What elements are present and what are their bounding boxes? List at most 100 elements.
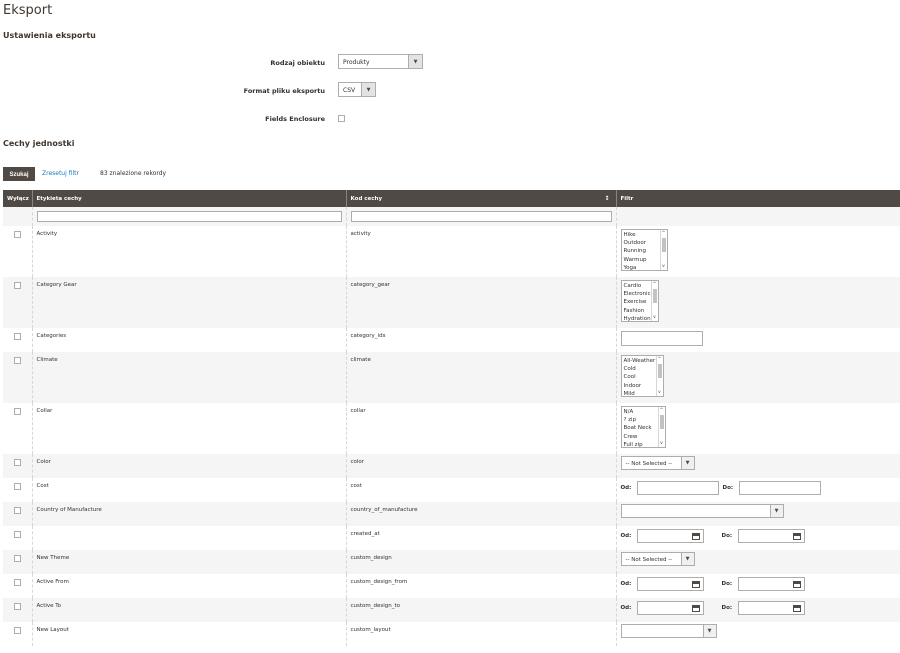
scroll-thumb[interactable] bbox=[659, 415, 664, 429]
reset-filter-link[interactable]: Zresetuj filtr bbox=[42, 170, 79, 177]
scroll-thumb[interactable] bbox=[661, 238, 666, 252]
calendar-icon[interactable] bbox=[792, 580, 801, 588]
attribute-label: Categories bbox=[32, 328, 347, 352]
table-row: New Layout custom_layout ▼ bbox=[3, 622, 900, 646]
calendar-icon[interactable] bbox=[691, 532, 700, 540]
exclude-cell bbox=[3, 454, 33, 478]
exclude-checkbox[interactable] bbox=[13, 603, 21, 610]
select-filter[interactable]: -- Not Selected -- ▼ bbox=[620, 552, 695, 566]
calendar-icon[interactable] bbox=[792, 604, 801, 612]
attribute-code: activity bbox=[346, 226, 617, 277]
exclude-cell bbox=[3, 403, 33, 454]
scroll-up-icon[interactable]: ^ bbox=[652, 281, 658, 288]
file-format-select[interactable]: CSV ▼ bbox=[338, 82, 376, 97]
range-from-input[interactable] bbox=[636, 480, 719, 495]
chevron-down-icon[interactable]: v bbox=[657, 389, 663, 396]
table-row: Country of Manufacture country_of_manufa… bbox=[3, 502, 900, 526]
filter-cell: Cardio Electronic Exercise Fashion Hydration… bbox=[616, 277, 900, 328]
attribute-label: New Layout bbox=[32, 622, 347, 646]
attribute-code: cost bbox=[346, 478, 617, 502]
chevron-down-icon[interactable]: v bbox=[659, 440, 665, 447]
date-to-input[interactable] bbox=[737, 600, 805, 615]
date-from-input[interactable] bbox=[636, 600, 704, 615]
date-from-input[interactable] bbox=[636, 528, 704, 543]
scroll-up-icon[interactable]: ^ bbox=[657, 356, 663, 363]
filter-cell: Od: Do: bbox=[616, 598, 900, 622]
table-row: Color color -- Not Selected -- ▼ bbox=[3, 454, 900, 478]
search-button[interactable]: Szukaj bbox=[3, 167, 35, 181]
table-row: Activity activity Hike Outdoor Running Warm… bbox=[3, 226, 900, 277]
attribute-code: custom_design_to bbox=[346, 598, 617, 622]
scroll-thumb[interactable] bbox=[652, 289, 657, 303]
range-to-input[interactable] bbox=[738, 480, 821, 495]
table-row: Active To custom_design_to Od: Do: bbox=[3, 598, 900, 622]
header-exclude: Wyłącz bbox=[3, 190, 33, 207]
exclude-checkbox[interactable] bbox=[13, 555, 21, 562]
attribute-label: Active To bbox=[32, 598, 347, 622]
attribute-label: Country of Manufacture bbox=[32, 502, 347, 526]
exclude-checkbox[interactable] bbox=[13, 357, 21, 364]
attribute-code: color bbox=[346, 454, 617, 478]
multiselect-filter[interactable]: All-Weather Cold Cool Indoor Mild ^ v bbox=[620, 355, 664, 397]
exclude-checkbox[interactable] bbox=[13, 507, 21, 514]
entity-type-select[interactable]: Produkty ▼ bbox=[338, 54, 423, 69]
chevron-down-icon[interactable]: v bbox=[661, 263, 667, 270]
filter-cell: ▼ bbox=[616, 502, 900, 526]
header-attribute-code[interactable]: Kod cechy ↕ bbox=[346, 190, 617, 207]
attribute-label-filter-input[interactable] bbox=[36, 211, 342, 222]
scrollbar[interactable]: ^ v bbox=[650, 281, 658, 321]
exclude-checkbox[interactable] bbox=[13, 408, 21, 415]
scrollbar[interactable]: ^ v bbox=[655, 356, 663, 396]
scroll-thumb[interactable] bbox=[657, 364, 662, 378]
scrollbar[interactable]: ^ v bbox=[659, 230, 667, 270]
exclude-checkbox[interactable] bbox=[13, 231, 21, 238]
header-filter: Filtr bbox=[616, 190, 900, 207]
calendar-icon[interactable] bbox=[792, 532, 801, 540]
select-filter[interactable]: ▼ bbox=[620, 624, 717, 638]
exclude-cell bbox=[3, 574, 33, 598]
scroll-up-icon[interactable]: ^ bbox=[661, 230, 667, 237]
multiselect-filter[interactable]: N/A? zip Boat Neck Crew Full zip ^ v bbox=[620, 406, 666, 448]
entity-type-label: Rodzaj obiektu bbox=[270, 59, 325, 67]
date-to-input[interactable] bbox=[737, 576, 805, 591]
exclude-checkbox[interactable] bbox=[13, 459, 21, 466]
text-filter-input[interactable] bbox=[620, 331, 703, 346]
select-filter-value: -- Not Selected -- bbox=[625, 461, 673, 467]
entity-type-value: Produkty bbox=[343, 59, 370, 66]
exclude-checkbox[interactable] bbox=[13, 483, 21, 490]
scroll-up-icon[interactable]: ^ bbox=[659, 407, 665, 414]
fields-enclosure-checkbox[interactable] bbox=[338, 115, 345, 122]
attribute-code-filter-input[interactable] bbox=[350, 211, 612, 222]
select-filter[interactable]: -- Not Selected -- ▼ bbox=[620, 456, 695, 470]
chevron-down-icon: ▼ bbox=[769, 505, 783, 517]
chevron-down-icon: ▼ bbox=[680, 457, 694, 469]
exclude-checkbox[interactable] bbox=[13, 531, 21, 538]
range-filter: Od: Do: bbox=[621, 480, 896, 495]
filter-cell-empty bbox=[616, 207, 900, 226]
calendar-icon[interactable] bbox=[691, 604, 700, 612]
multiselect-filter[interactable]: Hike Outdoor Running Warmup Yoga ^ v bbox=[620, 229, 668, 271]
range-from-label: Od: bbox=[620, 604, 632, 611]
attribute-label bbox=[32, 526, 347, 550]
multiselect-filter[interactable]: Cardio Electronic Exercise Fashion Hydration… bbox=[620, 280, 659, 322]
exclude-checkbox[interactable] bbox=[13, 333, 21, 340]
exclude-checkbox[interactable] bbox=[13, 579, 21, 586]
date-to-input[interactable] bbox=[737, 528, 805, 543]
date-from-input[interactable] bbox=[636, 576, 704, 591]
range-from-label: Od: bbox=[620, 484, 632, 491]
filter-cell-empty bbox=[3, 207, 33, 226]
range-from-label: Od: bbox=[620, 532, 632, 539]
header-attribute-label[interactable]: Etykieta cechy bbox=[32, 190, 347, 207]
attribute-code: collar bbox=[346, 403, 617, 454]
filter-cell: Od: Do: bbox=[616, 478, 900, 502]
exclude-checkbox[interactable] bbox=[13, 627, 21, 634]
table-row: Active From custom_design_from Od: Do: bbox=[3, 574, 900, 598]
calendar-icon[interactable] bbox=[691, 580, 700, 588]
select-filter[interactable]: ▼ bbox=[620, 504, 784, 518]
chevron-down-icon[interactable]: v bbox=[652, 314, 658, 321]
scrollbar[interactable]: ^ v bbox=[657, 407, 665, 447]
attribute-code: created_at bbox=[346, 526, 617, 550]
sort-icon: ↕ bbox=[604, 195, 610, 202]
exclude-checkbox[interactable] bbox=[13, 282, 21, 289]
attribute-label: Cost bbox=[32, 478, 347, 502]
